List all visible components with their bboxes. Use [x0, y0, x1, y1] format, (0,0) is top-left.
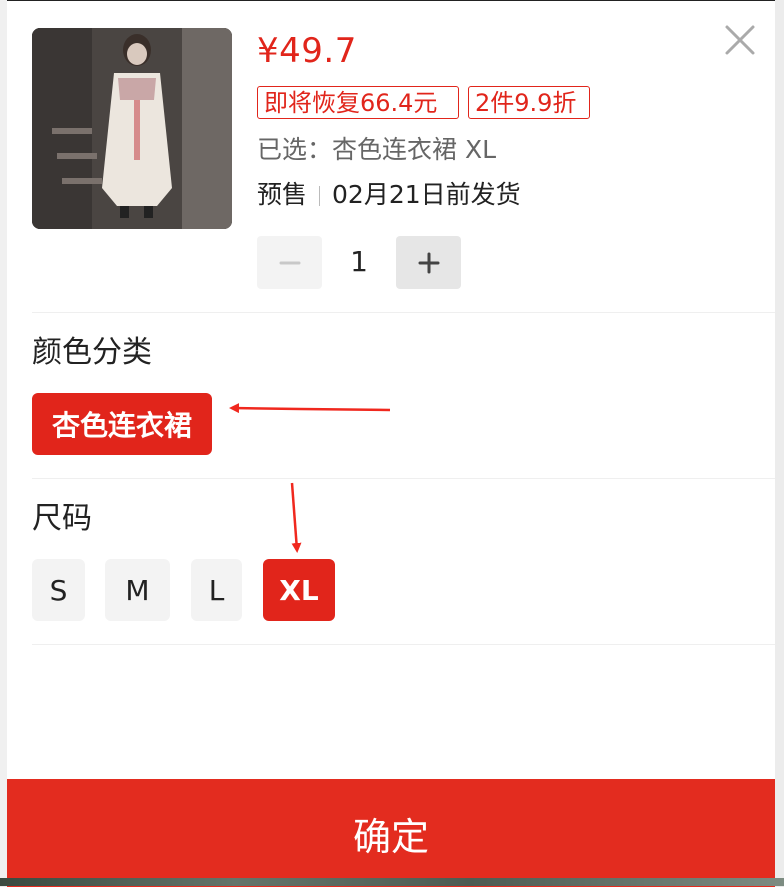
dress-photo-icon [32, 28, 232, 229]
size-option-l[interactable]: L [191, 559, 242, 621]
quantity-value[interactable]: 1 [325, 241, 393, 283]
background-right [775, 0, 784, 886]
product-price: ¥49.7 [257, 29, 357, 73]
size-section-title: 尺码 [32, 501, 92, 536]
size-option-xl[interactable]: XL [263, 559, 335, 621]
price-value: 49.7 [279, 31, 357, 71]
divider [32, 312, 775, 313]
product-thumbnail[interactable] [32, 28, 232, 229]
close-button[interactable] [722, 22, 758, 58]
quantity-increase-button[interactable] [396, 236, 461, 289]
background-left [0, 0, 7, 886]
currency-symbol: ¥ [257, 31, 280, 71]
color-section-title: 颜色分类 [32, 335, 152, 370]
size-option-m[interactable]: M [105, 559, 170, 621]
sku-selector-sheet: ¥49.7 即将恢复66.4元 2件9.9折 已选：杏色连衣裙 XL 预售 02月… [7, 0, 775, 887]
presale-info: 预售 02月21日前发货 [257, 177, 521, 213]
minus-icon [279, 261, 300, 264]
divider [32, 478, 775, 479]
plus-icon [418, 252, 439, 273]
background-bottom [0, 878, 784, 886]
restore-price-tag: 即将恢复66.4元 [257, 86, 459, 119]
close-icon [725, 25, 755, 55]
quantity-decrease-button[interactable] [257, 236, 322, 289]
discount-tag: 2件9.9折 [468, 86, 590, 119]
confirm-button[interactable]: 确定 [7, 779, 775, 887]
size-option-s[interactable]: S [32, 559, 85, 621]
ship-date: 02月21日前发货 [332, 180, 521, 209]
presale-label: 预售 [257, 180, 308, 209]
divider [32, 644, 775, 645]
selected-spec: 已选：杏色连衣裙 XL [257, 135, 497, 164]
color-option-apricot-dress[interactable]: 杏色连衣裙 [32, 393, 212, 455]
presale-divider [319, 186, 321, 206]
